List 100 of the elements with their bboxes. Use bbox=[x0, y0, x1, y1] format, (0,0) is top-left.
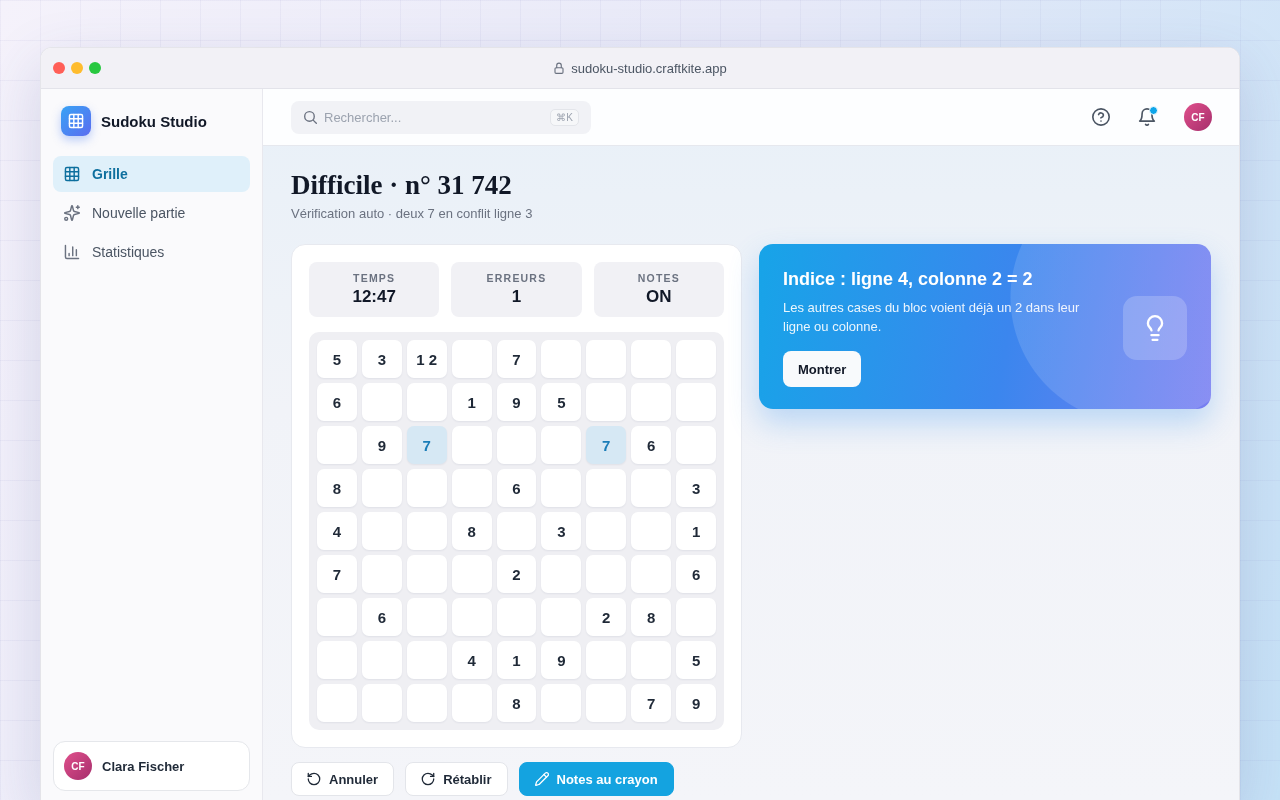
grid-cell[interactable] bbox=[496, 598, 537, 636]
grid-cell[interactable]: 1 bbox=[676, 512, 716, 550]
grid-cell[interactable]: 7 bbox=[496, 340, 537, 378]
grid-cell[interactable] bbox=[586, 684, 627, 722]
grid-cell[interactable] bbox=[451, 598, 492, 636]
grid-cell[interactable] bbox=[541, 426, 582, 464]
user-avatar[interactable]: CF bbox=[1184, 103, 1212, 131]
grid-cell[interactable] bbox=[317, 426, 357, 464]
grid-cell[interactable]: 4 bbox=[317, 512, 357, 550]
grid-cell[interactable] bbox=[406, 684, 447, 722]
sidebar-item[interactable]: Nouvelle partie bbox=[53, 195, 250, 231]
grid-cell[interactable] bbox=[496, 426, 537, 464]
grid-cell[interactable]: 5 bbox=[676, 641, 716, 679]
grid-cell[interactable]: 3 bbox=[676, 469, 716, 507]
grid-cell[interactable] bbox=[361, 684, 402, 722]
grid-cell[interactable] bbox=[631, 469, 672, 507]
grid-cell[interactable] bbox=[586, 512, 627, 550]
grid-cell[interactable] bbox=[361, 512, 402, 550]
grid-cell[interactable] bbox=[406, 383, 447, 421]
grid-cell[interactable]: 8 bbox=[631, 598, 672, 636]
grid-cell[interactable]: 7 bbox=[631, 684, 672, 722]
grid-cell[interactable] bbox=[676, 598, 716, 636]
grid-cell[interactable] bbox=[586, 555, 627, 593]
grid-cell[interactable]: 1 2 bbox=[406, 340, 447, 378]
grid-cell[interactable]: 7 bbox=[406, 426, 447, 464]
sidebar-item[interactable]: Grille bbox=[53, 156, 250, 192]
hint-text: Les autres cases du bloc voient déjà un 2 dans leur ligne ou colonne. bbox=[783, 299, 1081, 336]
grid-cell[interactable] bbox=[317, 641, 357, 679]
grid-cell[interactable]: 6 bbox=[361, 598, 402, 636]
grid-cell[interactable] bbox=[361, 555, 402, 593]
grid-cell[interactable]: 9 bbox=[676, 684, 716, 722]
grid-cell[interactable]: 6 bbox=[317, 383, 357, 421]
grid-cell[interactable]: 2 bbox=[496, 555, 537, 593]
grid-cell[interactable] bbox=[541, 555, 582, 593]
minimize-window-icon[interactable] bbox=[71, 62, 83, 74]
grid-cell[interactable]: 5 bbox=[541, 383, 582, 421]
grid-cell[interactable]: 8 bbox=[317, 469, 357, 507]
sidebar-item[interactable]: Statistiques bbox=[53, 234, 250, 270]
grid-cell[interactable] bbox=[541, 684, 582, 722]
grid-cell[interactable] bbox=[406, 555, 447, 593]
grid-cell[interactable]: 6 bbox=[496, 469, 537, 507]
grid-cell[interactable]: 7 bbox=[317, 555, 357, 593]
grid-cell[interactable]: 5 bbox=[317, 340, 357, 378]
show-button[interactable]: Montrer bbox=[783, 351, 862, 387]
grid-cell[interactable]: 6 bbox=[631, 426, 672, 464]
grid-cell[interactable] bbox=[541, 469, 582, 507]
grid-cell[interactable]: 4 bbox=[451, 641, 492, 679]
grid-cell[interactable]: 3 bbox=[361, 340, 402, 378]
grid-cell[interactable]: 3 bbox=[541, 512, 582, 550]
grid-cell[interactable] bbox=[586, 469, 627, 507]
grid-cell[interactable]: 7 bbox=[586, 426, 627, 464]
grid-cell[interactable] bbox=[676, 383, 716, 421]
grid-cell[interactable] bbox=[451, 555, 492, 593]
grid-cell[interactable] bbox=[317, 684, 357, 722]
grid-cell[interactable] bbox=[586, 340, 627, 378]
bell-icon[interactable] bbox=[1138, 108, 1156, 126]
grid-cell[interactable]: 9 bbox=[361, 426, 402, 464]
grid-cell[interactable] bbox=[631, 383, 672, 421]
grid-cell[interactable] bbox=[541, 598, 582, 636]
page-title: Difficile · n° 31 742 bbox=[291, 170, 513, 200]
grid-cell[interactable]: 6 bbox=[676, 555, 716, 593]
stat-value: ON bbox=[646, 287, 672, 307]
grid-cell[interactable] bbox=[406, 641, 447, 679]
grid-cell[interactable] bbox=[406, 598, 447, 636]
grid-cell[interactable]: 8 bbox=[496, 684, 537, 722]
grid-cell[interactable] bbox=[451, 684, 492, 722]
grid-cell[interactable] bbox=[586, 641, 627, 679]
grid-cell[interactable]: 8 bbox=[451, 512, 492, 550]
grid-cell[interactable] bbox=[541, 340, 582, 378]
action-button[interactable]: Rétablir bbox=[405, 762, 508, 796]
lightbulb-icon bbox=[1123, 295, 1187, 360]
grid-cell[interactable] bbox=[317, 598, 357, 636]
help-icon[interactable] bbox=[1092, 108, 1110, 126]
grid-cell[interactable] bbox=[406, 469, 447, 507]
grid-cell[interactable]: 1 bbox=[496, 641, 537, 679]
grid-cell[interactable]: 2 bbox=[586, 598, 627, 636]
user-card[interactable]: CF Clara Fischer bbox=[53, 741, 250, 791]
grid-cell[interactable] bbox=[406, 512, 447, 550]
grid-cell[interactable] bbox=[361, 383, 402, 421]
grid-cell[interactable] bbox=[631, 512, 672, 550]
app-name: Sudoku Studio bbox=[101, 112, 207, 130]
grid-cell[interactable] bbox=[676, 340, 716, 378]
close-window-icon[interactable] bbox=[53, 62, 65, 74]
grid-cell[interactable] bbox=[451, 469, 492, 507]
grid-cell[interactable] bbox=[631, 641, 672, 679]
grid-cell[interactable] bbox=[451, 426, 492, 464]
grid-icon bbox=[64, 166, 80, 182]
grid-cell[interactable]: 9 bbox=[541, 641, 582, 679]
grid-cell[interactable] bbox=[361, 469, 402, 507]
zoom-window-icon[interactable] bbox=[89, 62, 101, 74]
grid-cell[interactable] bbox=[676, 426, 716, 464]
grid-cell[interactable] bbox=[586, 383, 627, 421]
grid-cell[interactable] bbox=[631, 340, 672, 378]
grid-cell[interactable] bbox=[496, 512, 537, 550]
grid-cell[interactable] bbox=[631, 555, 672, 593]
grid-cell[interactable]: 1 bbox=[451, 383, 492, 421]
action-button[interactable]: Annuler bbox=[291, 762, 395, 796]
grid-cell[interactable]: 9 bbox=[496, 383, 537, 421]
grid-cell[interactable] bbox=[451, 340, 492, 378]
grid-cell[interactable] bbox=[361, 641, 402, 679]
